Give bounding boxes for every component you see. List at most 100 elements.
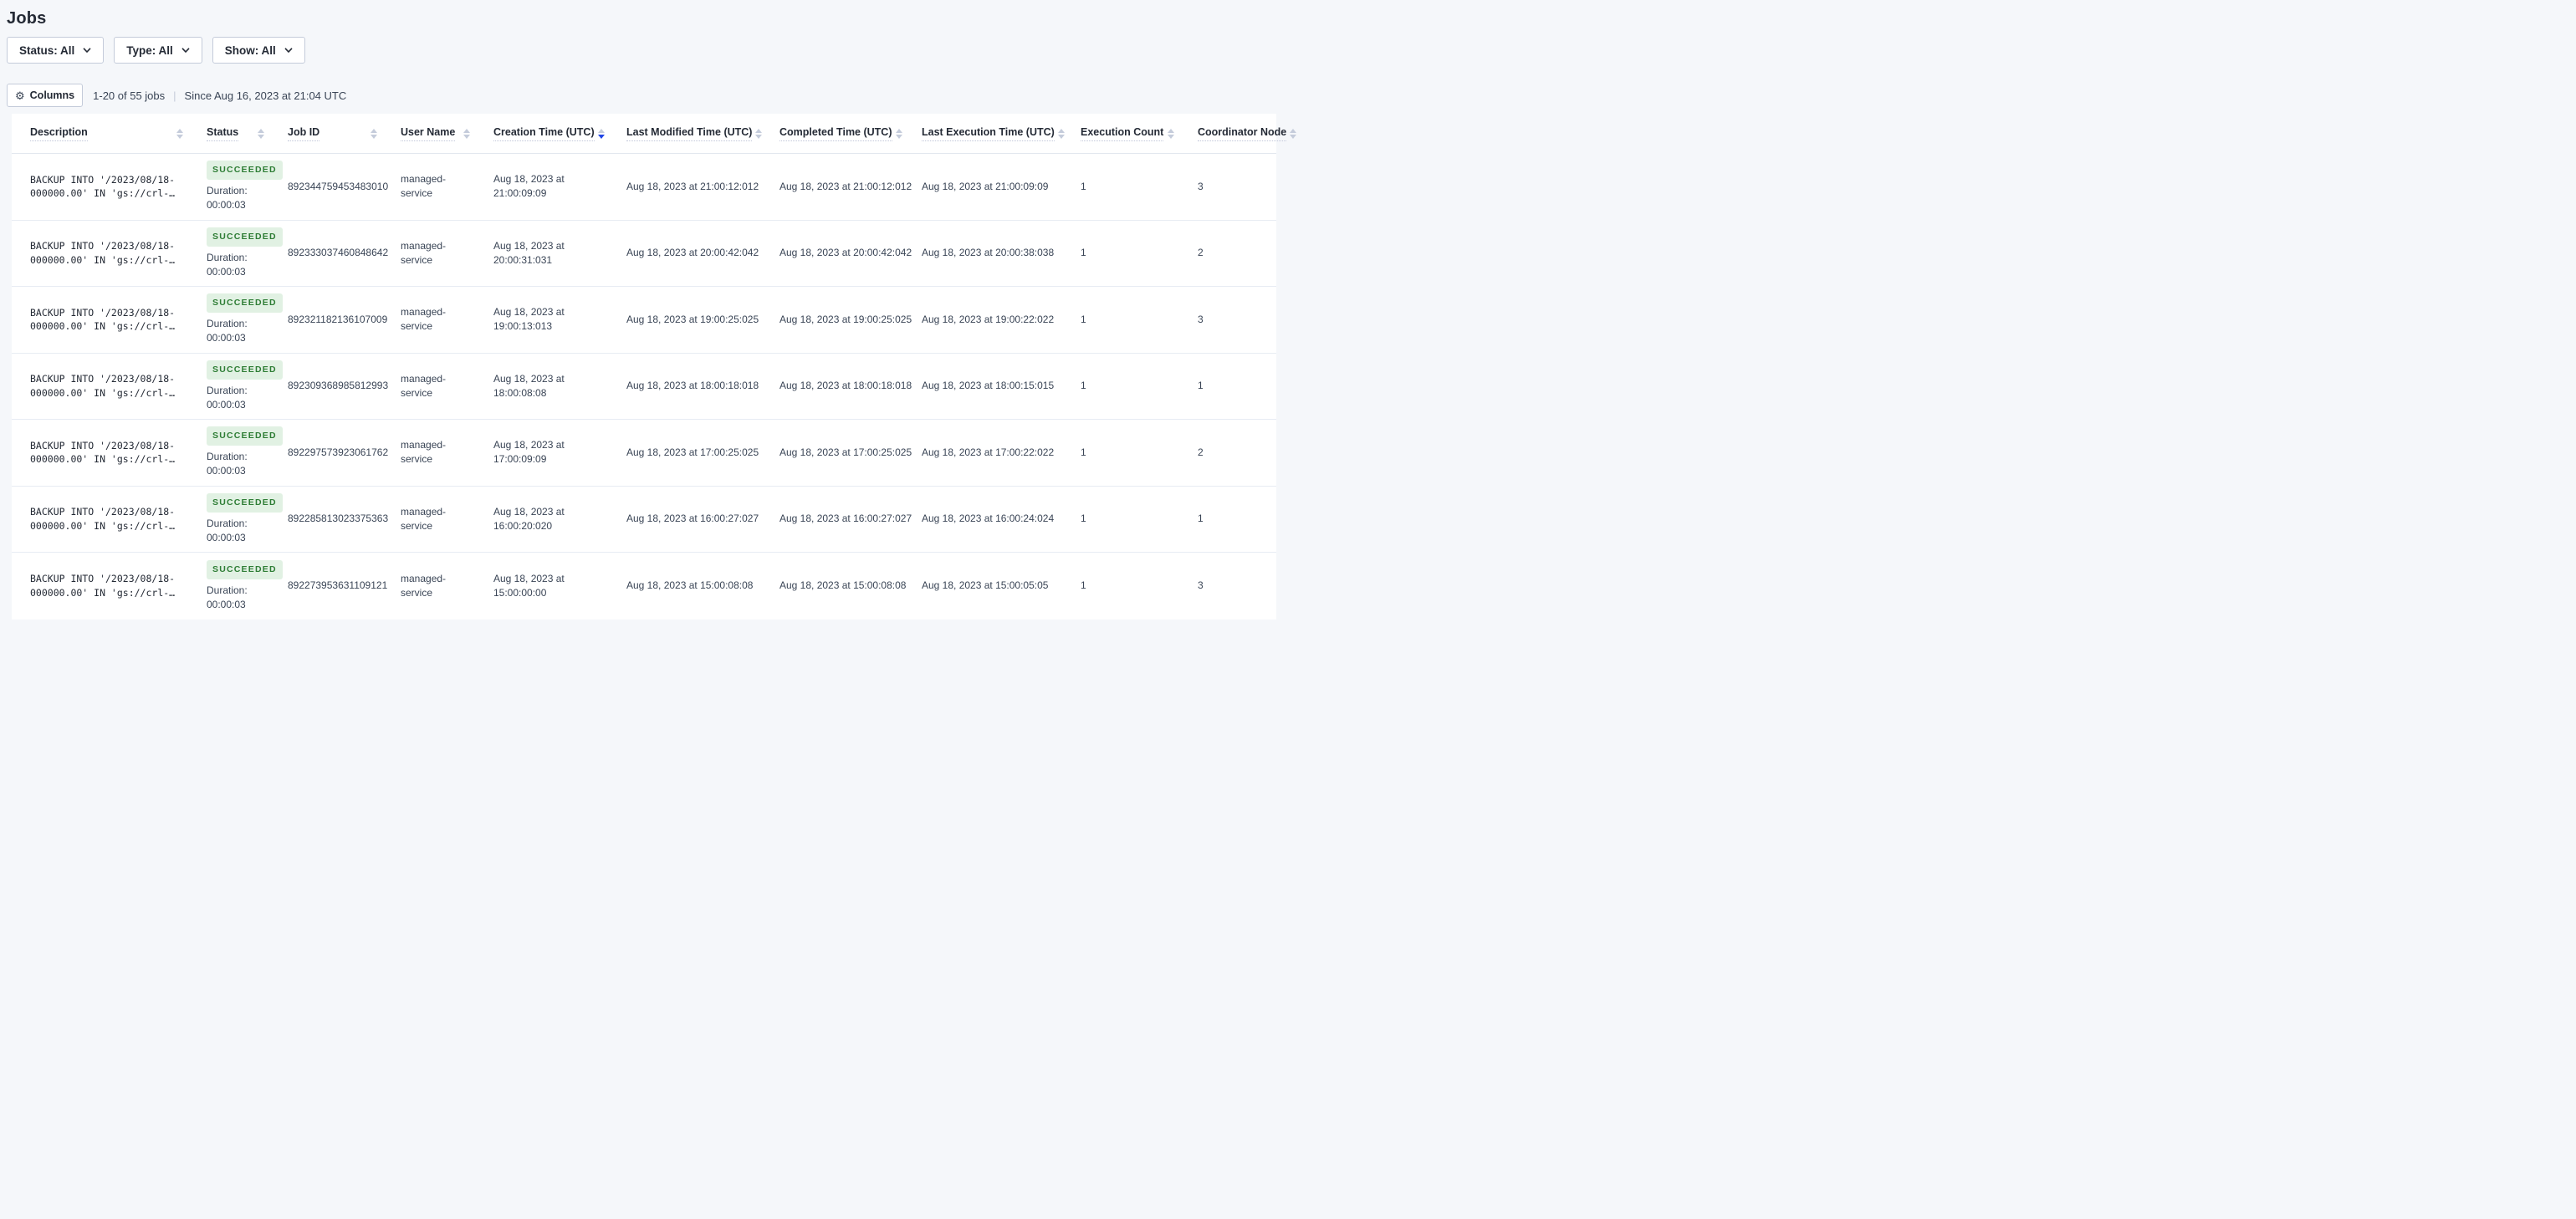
completed-time-cell: Aug 18, 2023 at 19:00:25:025 [779,313,912,325]
job-description-link[interactable]: BACKUP INTO '/2023/08/18-000000.00' IN '… [30,306,183,334]
results-count: 1-20 of 55 jobs [93,89,166,102]
description-cell: BACKUP INTO '/2023/08/18-000000.00' IN '… [12,221,188,287]
duration-text: Duration: 00:00:03 [207,584,248,610]
job-description-link[interactable]: BACKUP INTO '/2023/08/18-000000.00' IN '… [30,505,183,533]
job-description-link[interactable]: BACKUP INTO '/2023/08/18-000000.00' IN '… [30,239,183,267]
sort-desc-icon [463,134,470,139]
last-modified-time-cell: Aug 18, 2023 at 19:00:25:025 [626,313,759,325]
user-name-cell: managed-service [382,354,475,420]
description-cell: BACKUP INTO '/2023/08/18-000000.00' IN '… [12,154,188,220]
execution-count-cell: 1 [1081,313,1086,325]
sort-desc-icon [258,134,264,139]
status-cell: SUCCEEDED Duration: 00:00:03 [188,354,283,420]
column-header-label: Description [30,126,88,141]
sort-arrows-icon[interactable] [371,128,377,139]
show-filter-label: Show: All [224,43,276,57]
coordinator-node-cell: 3 [1198,579,1204,592]
show-filter-dropdown[interactable]: Show: All [212,37,305,64]
column-header[interactable]: Last Modified Time (UTC) [608,114,763,153]
column-header[interactable]: Status [188,114,269,153]
job-description-link[interactable]: BACKUP INTO '/2023/08/18-000000.00' IN '… [30,572,183,599]
status-cell: SUCCEEDED Duration: 00:00:03 [188,154,283,220]
table-row: BACKUP INTO '/2023/08/18-000000.00' IN '… [12,487,1276,553]
sort-arrows-icon[interactable] [597,128,605,139]
column-header-label: Completed Time (UTC) [779,126,892,141]
user-name-cell: managed-service [382,154,475,220]
type-filter-label: Type: All [126,43,173,57]
column-header[interactable]: Last Execution Time (UTC) [903,114,1065,153]
table-body: BACKUP INTO '/2023/08/18-000000.00' IN '… [12,154,1276,620]
status-cell: SUCCEEDED Duration: 00:00:03 [188,221,283,287]
user-name-value: managed-service [401,505,447,532]
sort-arrows-icon[interactable] [1290,128,1297,139]
sort-arrows-icon[interactable] [463,128,470,139]
column-header-label: Coordinator Node [1198,126,1287,141]
status-filter-dropdown[interactable]: Status: All [7,37,105,64]
sort-arrows-icon[interactable] [1168,128,1174,139]
user-name-cell: managed-service [382,553,475,620]
execution-count-cell: 1 [1081,180,1086,192]
sort-asc-icon [258,128,264,133]
gear-icon: ⚙ [15,89,25,102]
column-header[interactable]: Coordinator Node [1179,114,1297,153]
sort-asc-icon [1290,128,1297,133]
column-header[interactable]: Creation Time (UTC) [475,114,608,153]
user-name-value: managed-service [401,439,447,466]
job-description-link[interactable]: BACKUP INTO '/2023/08/18-000000.00' IN '… [30,439,183,467]
coordinator-node-cell: 1 [1198,380,1204,392]
coordinator-node-cell: 3 [1198,313,1204,325]
sort-desc-icon [1290,134,1297,139]
column-header[interactable]: Description [12,114,188,153]
column-header[interactable]: Completed Time (UTC) [761,114,903,153]
user-name-value: managed-service [401,239,447,266]
user-name-value: managed-service [401,372,447,399]
jobs-table: Description Status Job ID User Name Crea… [12,114,1297,620]
last-execution-time-cell: Aug 18, 2023 at 18:00:15:015 [922,380,1055,392]
user-name-cell: managed-service [382,487,475,553]
execution-count-cell: 1 [1081,513,1086,525]
column-header[interactable]: Execution Count [1062,114,1179,153]
job-id-cell: 892297573923061762 [288,446,389,458]
status-cell: SUCCEEDED Duration: 00:00:03 [188,487,283,553]
column-header-label: Last Execution Time (UTC) [922,126,1055,141]
completed-time-cell: Aug 18, 2023 at 16:00:27:027 [779,513,912,525]
execution-count-cell: 1 [1081,446,1086,458]
column-header-label: User Name [401,126,456,141]
filters-bar: Status: All Type: All Show: All [7,37,1281,64]
last-execution-time-cell: Aug 18, 2023 at 21:00:09:09 [922,180,1049,192]
execution-count-cell: 1 [1081,247,1086,259]
job-description-link[interactable]: BACKUP INTO '/2023/08/18-000000.00' IN '… [30,372,183,400]
sort-desc-icon [597,134,605,139]
job-description-link[interactable]: BACKUP INTO '/2023/08/18-000000.00' IN '… [30,173,183,201]
sort-asc-icon [895,128,902,133]
last-execution-time-cell: Aug 18, 2023 at 16:00:24:024 [922,513,1055,525]
status-cell: SUCCEEDED Duration: 00:00:03 [188,287,283,353]
sort-desc-icon [895,134,902,139]
user-name-cell: managed-service [382,287,475,353]
last-execution-time-cell: Aug 18, 2023 at 15:00:05:05 [922,579,1049,592]
status-cell: SUCCEEDED Duration: 00:00:03 [188,553,283,620]
creation-time-cell: Aug 18, 2023 at 20:00:31:031 [493,239,565,266]
chevron-down-icon [181,48,190,53]
column-header-label: Last Modified Time (UTC) [626,126,753,141]
sort-arrows-icon[interactable] [176,128,183,139]
columns-button-label: Columns [29,89,75,101]
chevron-down-icon [284,48,293,53]
description-cell: BACKUP INTO '/2023/08/18-000000.00' IN '… [12,420,188,486]
column-header[interactable]: Job ID [269,114,382,153]
since-timestamp: Since Aug 16, 2023 at 21:04 UTC [184,89,347,102]
last-modified-time-cell: Aug 18, 2023 at 21:00:12:012 [626,180,759,192]
completed-time-cell: Aug 18, 2023 at 15:00:08:08 [779,579,907,592]
description-cell: BACKUP INTO '/2023/08/18-000000.00' IN '… [12,287,188,353]
column-header[interactable]: User Name [382,114,475,153]
sort-arrows-icon[interactable] [895,128,902,139]
table-row: BACKUP INTO '/2023/08/18-000000.00' IN '… [12,154,1276,221]
sort-arrows-icon[interactable] [258,128,264,139]
columns-button[interactable]: ⚙ Columns [7,84,84,107]
creation-time-cell: Aug 18, 2023 at 17:00:09:09 [493,439,565,466]
description-cell: BACKUP INTO '/2023/08/18-000000.00' IN '… [12,487,188,553]
duration-text: Duration: 00:00:03 [207,251,248,278]
table-row: BACKUP INTO '/2023/08/18-000000.00' IN '… [12,221,1276,287]
coordinator-node-cell: 3 [1198,180,1204,192]
type-filter-dropdown[interactable]: Type: All [114,37,202,64]
